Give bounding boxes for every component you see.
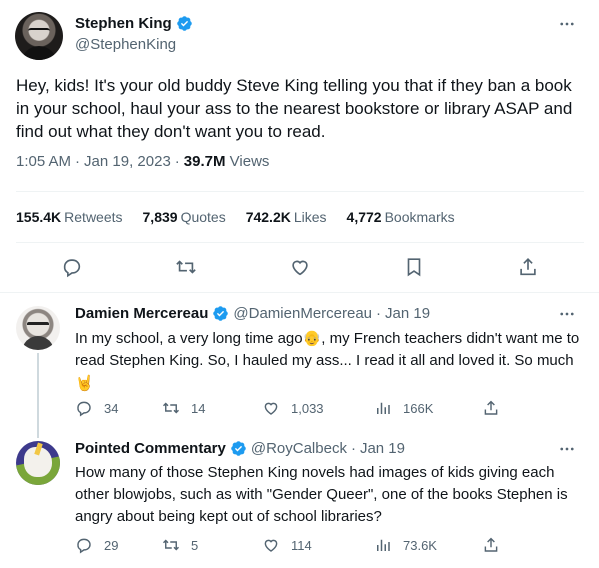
verified-badge-icon (176, 16, 192, 31)
reply-tweet[interactable]: Pointed Commentary @RoyCalbeck · Jan 19 … (0, 429, 599, 568)
reply-icon (77, 401, 91, 417)
main-tweet: Stephen King @StephenKing Hey, kids! It'… (0, 0, 599, 293)
reply-author-handle[interactable]: @RoyCalbeck (251, 440, 347, 457)
like-button[interactable]: 114 (262, 536, 312, 554)
rock-hand-emoji: 🤘 (75, 374, 94, 392)
reply-author-name[interactable]: Damien Mercereau (75, 305, 208, 322)
reply-author-name[interactable]: Pointed Commentary (75, 440, 226, 457)
retweet-icon (162, 402, 180, 414)
bookmark-icon[interactable] (403, 256, 425, 278)
retweet-icon (162, 539, 180, 551)
reply-date[interactable]: Jan 19 (385, 305, 430, 322)
header-separator: · (376, 305, 382, 322)
views-label: Views (229, 153, 270, 170)
verified-badge-icon (231, 441, 246, 456)
reply-text: In my school, a very long time ago👴, my … (75, 327, 585, 395)
retweet-button[interactable]: 5 (162, 536, 198, 554)
share-icon (484, 537, 498, 552)
header-separator: · (350, 440, 356, 457)
views-icon (377, 402, 390, 414)
author-name[interactable]: Stephen King (75, 15, 172, 32)
quotes-label: Quotes (180, 209, 226, 225)
reply-header: Pointed Commentary @RoyCalbeck · Jan 19 (75, 440, 405, 457)
views-count: 73.6K (403, 537, 437, 553)
quotes-stat[interactable]: 7,839 Quotes (143, 209, 226, 225)
tweet-time[interactable]: 1:05 AM (16, 153, 71, 170)
reply-text: How many of those Stephen King novels ha… (75, 464, 568, 525)
share-icon (484, 400, 498, 415)
views-icon (377, 539, 390, 551)
retweets-count: 155.4K (16, 209, 62, 225)
bookmarks-count: 4,772 (346, 209, 382, 225)
more-options-icon[interactable] (555, 14, 579, 34)
author-handle[interactable]: @StephenKing (75, 36, 176, 53)
reply-action-bar: 34 14 1,033 166K (75, 396, 555, 420)
views-button[interactable]: 166K (374, 399, 433, 417)
more-options-icon[interactable] (555, 304, 579, 324)
like-icon (264, 402, 278, 415)
share-button[interactable] (482, 399, 500, 417)
avatar[interactable] (15, 12, 63, 60)
bookmarks-stat[interactable]: 4,772 Bookmarks (347, 209, 455, 225)
author-row: Stephen King (75, 15, 193, 32)
retweet-button[interactable]: 14 (162, 399, 205, 417)
avatar[interactable] (16, 441, 60, 485)
reply-count: 34 (104, 400, 119, 416)
old-man-emoji: 👴 (302, 329, 322, 347)
reply-count: 29 (104, 537, 119, 553)
reply-button[interactable]: 29 (75, 536, 118, 554)
verified-badge-icon (213, 306, 229, 321)
reply-header: Damien Mercereau @DamienMercereau · Jan … (75, 305, 430, 322)
like-button[interactable]: 1,033 (262, 399, 324, 417)
reply-button[interactable]: 34 (75, 399, 118, 417)
bookmarks-label: Bookmarks (384, 209, 455, 225)
tweet-meta: 1:05 AM · Jan 19, 2023 · 39.7M Views (16, 153, 269, 170)
reply-tweet[interactable]: Damien Mercereau @DamienMercereau · Jan … (0, 294, 599, 429)
quotes-count: 7,839 (142, 209, 178, 225)
views-meta: 39.7M Views (184, 153, 270, 170)
views-button[interactable]: 73.6K (374, 536, 437, 554)
tweet-text: Hey, kids! It's your old buddy Steve Kin… (16, 76, 573, 141)
like-icon (264, 539, 278, 552)
share-button[interactable] (482, 536, 500, 554)
likes-count: 742.2K (245, 209, 291, 225)
views-count: 166K (403, 400, 434, 416)
reply-icon[interactable] (61, 256, 83, 278)
like-icon[interactable] (289, 256, 311, 278)
retweet-icon[interactable] (175, 256, 197, 278)
views-count: 39.7M (183, 153, 226, 170)
likes-stat[interactable]: 742.2K Likes (246, 209, 327, 225)
retweet-count: 5 (191, 537, 199, 553)
share-icon[interactable] (517, 256, 539, 278)
meta-separator: · (75, 153, 81, 170)
reply-author-handle[interactable]: @DamienMercereau (233, 305, 372, 322)
tweet-stats: 155.4K Retweets 7,839 Quotes 742.2K Likes 4… (16, 191, 584, 243)
retweets-label: Retweets (64, 209, 123, 225)
like-count: 1,033 (291, 400, 324, 416)
main-action-bar (16, 250, 584, 284)
reply-action-bar: 29 5 114 73.6K (75, 533, 555, 557)
like-count: 114 (291, 537, 312, 553)
meta-separator: · (174, 153, 180, 170)
avatar[interactable] (16, 306, 60, 350)
reply-date[interactable]: Jan 19 (360, 440, 405, 457)
likes-label: Likes (293, 209, 327, 225)
more-options-icon[interactable] (555, 439, 579, 459)
reply-icon (77, 538, 91, 554)
reply-text-part: In my school, a very long time ago (75, 330, 303, 347)
retweet-count: 14 (191, 400, 206, 416)
retweets-stat[interactable]: 155.4K Retweets (16, 209, 123, 225)
tweet-date[interactable]: Jan 19, 2023 (84, 153, 171, 170)
